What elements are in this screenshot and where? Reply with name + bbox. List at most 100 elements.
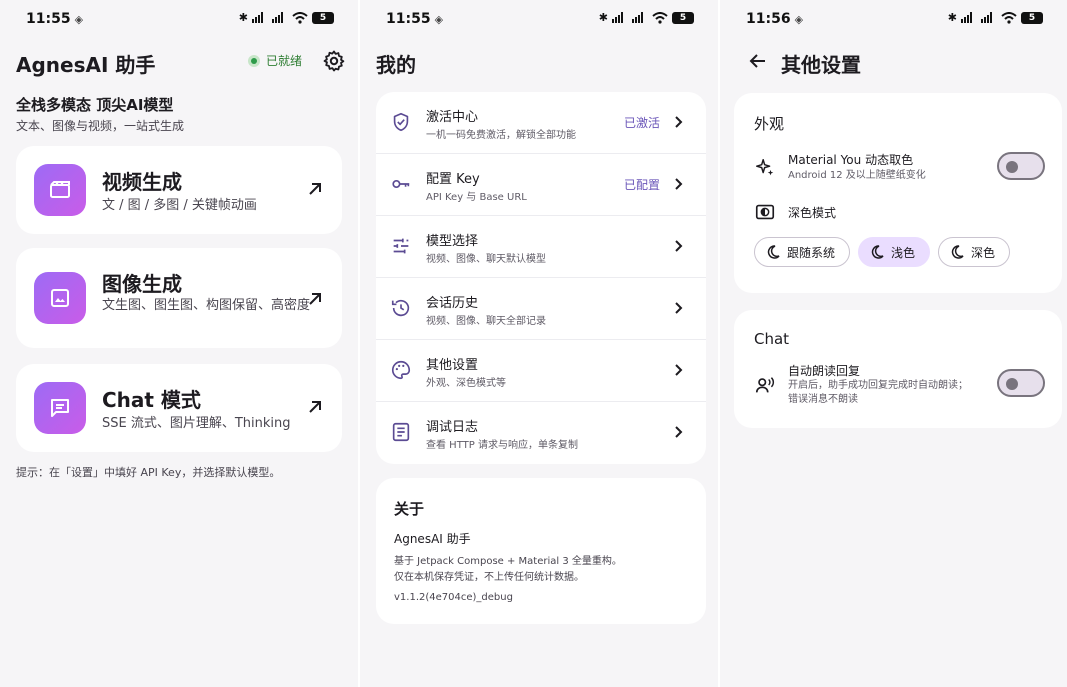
auto-read-subtitle-line1: 开启后，助手成功回复完成时自动朗读； xyxy=(788,380,968,391)
tip-text: 提示：在「设置」中填好 API Key，并选择默认模型。 xyxy=(16,466,281,479)
section-header: Chat xyxy=(754,330,790,348)
menu-item-subtitle: 查看 HTTP 请求与响应，单条复制 xyxy=(426,440,578,451)
dynamic-color-subtitle: Android 12 及以上随壁纸变化 xyxy=(788,170,926,181)
status-time: 11:55 xyxy=(26,11,71,27)
menu-item-title: 激活中心 xyxy=(426,110,479,125)
bluetooth-icon: ✱ xyxy=(238,11,248,24)
about-app-name: AgnesAI 助手 xyxy=(394,532,471,546)
dynamic-color-title: Material You 动态取色 xyxy=(788,153,914,167)
signal-icon xyxy=(961,12,972,23)
location-icon: ◈ xyxy=(434,13,444,26)
about-description-line1: 基于 Jetpack Compose + Material 3 全量重构。 xyxy=(394,556,622,567)
gear-icon[interactable] xyxy=(322,49,346,73)
card-subtitle: 文 / 图 / 多图 / 关键帧动画 xyxy=(102,198,257,213)
hero-subtitle: 文本、图像与视频，一站式生成 xyxy=(16,119,185,133)
history-icon xyxy=(391,299,410,317)
moon-icon xyxy=(871,245,884,259)
status-bar: 11:55 ◈ ✱ 5 xyxy=(360,0,718,40)
auto-read-toggle[interactable] xyxy=(997,369,1045,397)
menu-item-title: 会话历史 xyxy=(426,296,479,311)
menu-item-other-settings[interactable]: 其他设置 外观、深色模式等 xyxy=(376,340,706,402)
moon-icon xyxy=(951,245,964,259)
signal-icon xyxy=(612,12,623,23)
other-settings-screen: 11:56 ◈ ✱ 5 其他设置 外观 Material You 动态取色 And… xyxy=(720,0,1067,687)
status-bar: 11:55 ◈ ✱ 5 xyxy=(0,0,358,40)
back-arrow-icon[interactable] xyxy=(748,51,768,71)
moon-icon xyxy=(767,245,780,259)
dark-mode-icon xyxy=(755,204,775,220)
signal-icon xyxy=(252,12,263,23)
battery-icon: 5 xyxy=(312,11,334,24)
shield-icon xyxy=(393,112,409,132)
ready-label: 已就绪 xyxy=(266,54,303,68)
chat-settings-card: Chat 自动朗读回复 开启后，助手成功回复完成时自动朗读； 错误消息不朗读 xyxy=(734,310,1062,428)
hero-title: 全栈多模态 顶尖AI模型 xyxy=(16,96,174,114)
theme-option-label: 浅色 xyxy=(891,245,916,260)
about-title: 关于 xyxy=(394,500,425,518)
menu-item-title: 配置 Key xyxy=(426,172,480,187)
appearance-card: 外观 Material You 动态取色 Android 12 及以上随壁纸变化… xyxy=(734,93,1062,293)
menu-item-subtitle: 外观、深色模式等 xyxy=(426,378,506,389)
signal-icon-2 xyxy=(632,12,643,23)
ready-status: 已就绪 xyxy=(248,52,302,69)
menu-item-subtitle: 视频、图像、聊天默认模型 xyxy=(426,254,546,265)
chat-icon xyxy=(34,382,86,434)
status-time: 11:55 xyxy=(386,11,431,27)
chevron-right-icon xyxy=(675,240,683,252)
auto-read-subtitle-line2: 错误消息不朗读 xyxy=(788,394,858,405)
chevron-right-icon xyxy=(675,364,683,376)
status-icons: ✱ 5 xyxy=(239,11,334,24)
bluetooth-icon: ✱ xyxy=(598,11,608,24)
mine-menu: 激活中心 一机一码免费激活，解锁全部功能 已激活 配置 Key API Key … xyxy=(376,92,706,464)
status-badge: 已激活 xyxy=(623,116,660,130)
wifi-icon xyxy=(292,11,308,24)
chevron-right-icon xyxy=(675,178,683,190)
menu-item-config-key[interactable]: 配置 Key API Key 与 Base URL 已配置 xyxy=(376,154,706,216)
menu-item-model-select[interactable]: 模型选择 视频、图像、聊天默认模型 xyxy=(376,216,706,278)
theme-option-light[interactable]: 浅色 xyxy=(858,237,931,267)
theme-option-dark[interactable]: 深色 xyxy=(938,237,1011,267)
wifi-icon xyxy=(652,11,668,24)
menu-item-title: 模型选择 xyxy=(426,234,479,249)
status-time: 11:56 xyxy=(746,11,791,27)
chat-mode-card[interactable]: Chat 模式 SSE 流式、图片理解、Thinking xyxy=(16,364,342,452)
theme-mode-selector: 跟随系统 浅色 深色 xyxy=(754,237,1011,267)
card-subtitle: 文生图、图生图、构图保留、高密度 xyxy=(102,298,311,313)
chevron-right-icon xyxy=(675,302,683,314)
page-title: 其他设置 xyxy=(781,53,861,77)
page-title: 我的 xyxy=(376,53,416,77)
palette-icon xyxy=(392,360,411,380)
dynamic-color-toggle[interactable] xyxy=(997,152,1045,180)
menu-item-title: 调试日志 xyxy=(426,420,479,435)
status-icons: ✱ 5 xyxy=(948,11,1043,24)
toggle-knob xyxy=(1006,378,1018,390)
menu-item-activation[interactable]: 激活中心 一机一码免费激活，解锁全部功能 已激活 xyxy=(376,92,706,154)
about-card: 关于 AgnesAI 助手 基于 Jetpack Compose + Mater… xyxy=(376,478,706,624)
card-subtitle: SSE 流式、图片理解、Thinking xyxy=(102,416,291,431)
menu-item-debug-log[interactable]: 调试日志 查看 HTTP 请求与响应，单条复制 xyxy=(376,402,706,464)
bluetooth-icon: ✱ xyxy=(947,11,957,24)
about-description-line2: 仅在本机保存凭证，不上传任何统计数据。 xyxy=(394,572,584,583)
dark-mode-title: 深色模式 xyxy=(788,206,837,220)
auto-read-title: 自动朗读回复 xyxy=(788,364,861,378)
section-header: 外观 xyxy=(754,115,785,133)
toggle-knob xyxy=(1006,161,1018,173)
key-icon xyxy=(392,179,410,189)
arrow-outward-icon xyxy=(309,293,321,305)
signal-icon-2 xyxy=(981,12,992,23)
video-generation-card[interactable]: 视频生成 文 / 图 / 多图 / 关键帧动画 xyxy=(16,146,342,234)
theme-option-system[interactable]: 跟随系统 xyxy=(754,237,851,267)
home-screen: 11:55 ◈ ✱ 5 AgnesAI 助手 已就绪 全栈多模态 顶尖AI模型 文… xyxy=(0,0,358,687)
chevron-right-icon xyxy=(675,116,683,128)
menu-item-subtitle: API Key 与 Base URL xyxy=(426,192,527,203)
status-bar: 11:56 ◈ ✱ 5 xyxy=(720,0,1067,40)
menu-item-history[interactable]: 会话历史 视频、图像、聊天全部记录 xyxy=(376,278,706,340)
video-clapper-icon xyxy=(34,164,86,216)
about-version: v1.1.2(4e704ce)_debug xyxy=(394,592,513,603)
signal-icon-2 xyxy=(272,12,283,23)
sparkle-icon xyxy=(756,159,774,176)
card-title: 图像生成 xyxy=(102,272,182,296)
image-generation-card[interactable]: 图像生成 文生图、图生图、构图保留、高密度 xyxy=(16,248,342,348)
ready-dot-icon xyxy=(248,54,260,67)
card-title: 视频生成 xyxy=(102,170,182,194)
